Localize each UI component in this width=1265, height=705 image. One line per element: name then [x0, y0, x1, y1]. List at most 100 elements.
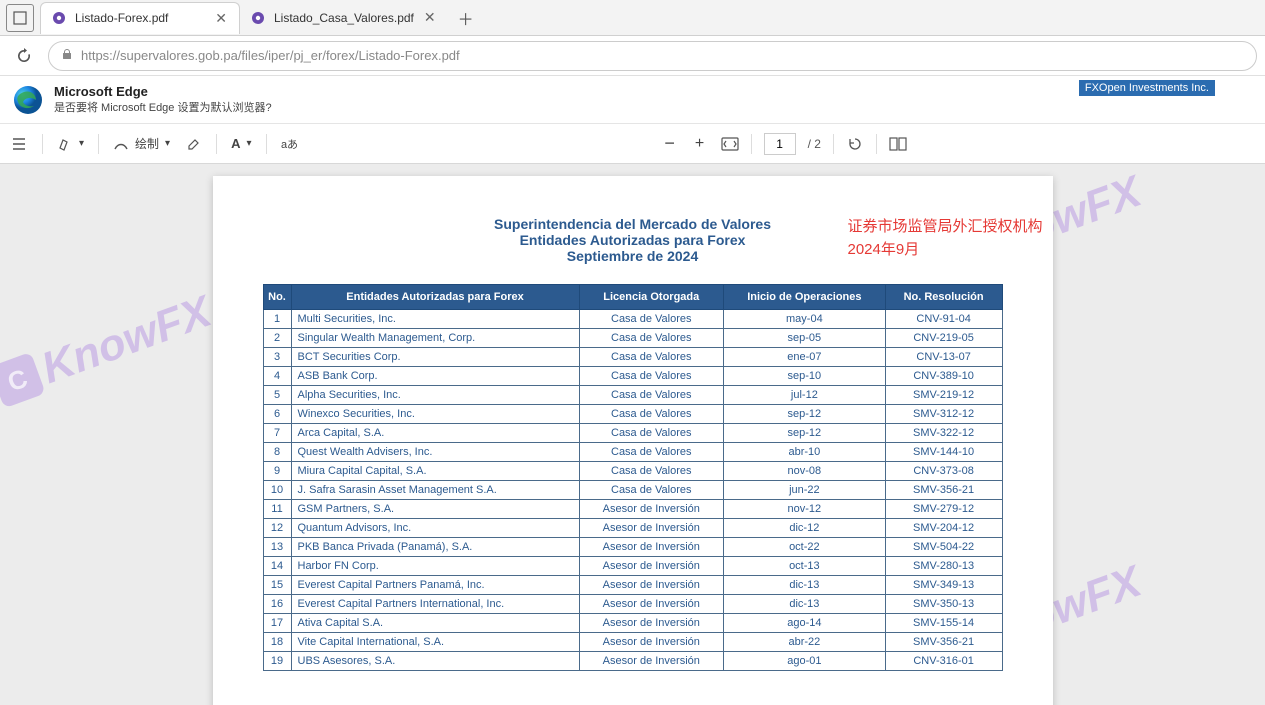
- table-row: 8Quest Wealth Advisers, Inc.Casa de Valo…: [263, 443, 1002, 462]
- tab-active[interactable]: Listado-Forex.pdf ✕: [40, 2, 240, 34]
- erase-tool[interactable]: [184, 135, 202, 153]
- cell-resolution: SMV-312-12: [885, 405, 1002, 424]
- table-row: 15Everest Capital Partners Panamá, Inc.A…: [263, 576, 1002, 595]
- cell-entity: Singular Wealth Management, Corp.: [291, 329, 579, 348]
- table-row: 4ASB Bank Corp.Casa de Valoressep-10CNV-…: [263, 367, 1002, 386]
- cell-license: Asesor de Inversión: [579, 576, 724, 595]
- tab-actions-button[interactable]: [6, 4, 34, 32]
- address-bar-row: [0, 36, 1265, 76]
- table-row: 16Everest Capital Partners International…: [263, 595, 1002, 614]
- cell-start: nov-08: [724, 462, 886, 481]
- cell-license: Asesor de Inversión: [579, 633, 724, 652]
- pdf-page: Superintendencia del Mercado de Valores …: [213, 176, 1053, 705]
- lock-icon: [61, 48, 73, 63]
- highlight-tool[interactable]: ▾: [57, 136, 84, 152]
- col-header-license: Licencia Otorgada: [579, 285, 724, 310]
- table-row: 9Miura Capital Capital, S.A.Casa de Valo…: [263, 462, 1002, 481]
- page-total-label: / 2: [808, 137, 821, 151]
- table-row: 2Singular Wealth Management, Corp.Casa d…: [263, 329, 1002, 348]
- text-tool[interactable]: A ▾: [231, 136, 251, 151]
- cell-no: 10: [263, 481, 291, 500]
- cell-resolution: CNV-389-10: [885, 367, 1002, 386]
- cell-resolution: SMV-204-12: [885, 519, 1002, 538]
- cell-entity: PKB Banca Privada (Panamá), S.A.: [291, 538, 579, 557]
- pdf-favicon-icon: [250, 10, 266, 26]
- cell-resolution: CNV-373-08: [885, 462, 1002, 481]
- cell-no: 17: [263, 614, 291, 633]
- toc-icon[interactable]: [10, 135, 28, 153]
- tab-close-button[interactable]: ✕: [213, 10, 229, 27]
- cell-start: sep-10: [724, 367, 886, 386]
- table-row: 13PKB Banca Privada (Panamá), S.A.Asesor…: [263, 538, 1002, 557]
- cell-entity: BCT Securities Corp.: [291, 348, 579, 367]
- cell-resolution: SMV-155-14: [885, 614, 1002, 633]
- cell-entity: GSM Partners, S.A.: [291, 500, 579, 519]
- fit-page-button[interactable]: [721, 135, 739, 153]
- cell-entity: Arca Capital, S.A.: [291, 424, 579, 443]
- cell-license: Casa de Valores: [579, 310, 724, 329]
- address-field[interactable]: [48, 41, 1257, 71]
- zoom-in-button[interactable]: +: [691, 135, 709, 153]
- cell-license: Casa de Valores: [579, 481, 724, 500]
- pdf-viewport[interactable]: CKnowFX CKnowFX CKnowFX CKnowFX Superint…: [0, 164, 1265, 705]
- page-view-button[interactable]: [889, 135, 907, 153]
- tab-title: Listado-Forex.pdf: [75, 11, 205, 25]
- zoom-out-button[interactable]: −: [661, 135, 679, 153]
- cell-start: oct-13: [724, 557, 886, 576]
- cell-start: sep-12: [724, 405, 886, 424]
- cell-license: Casa de Valores: [579, 462, 724, 481]
- cell-resolution: CNV-91-04: [885, 310, 1002, 329]
- rotate-button[interactable]: [846, 135, 864, 153]
- cell-entity: J. Safra Sarasin Asset Management S.A.: [291, 481, 579, 500]
- cell-resolution: CNV-316-01: [885, 652, 1002, 671]
- cell-start: nov-12: [724, 500, 886, 519]
- tab-strip: Listado-Forex.pdf ✕ Listado_Casa_Valores…: [0, 0, 1265, 36]
- col-header-resolution: No. Resolución: [885, 285, 1002, 310]
- tab-inactive[interactable]: Listado_Casa_Valores.pdf ✕: [240, 2, 448, 34]
- cell-no: 11: [263, 500, 291, 519]
- edge-logo-icon: [12, 84, 44, 116]
- table-row: 18Vite Capital International, S.A.Asesor…: [263, 633, 1002, 652]
- page-number-input[interactable]: [764, 133, 796, 155]
- cell-start: jul-12: [724, 386, 886, 405]
- cell-no: 15: [263, 576, 291, 595]
- cell-entity: Miura Capital Capital, S.A.: [291, 462, 579, 481]
- cell-start: dic-13: [724, 595, 886, 614]
- cell-resolution: SMV-356-21: [885, 481, 1002, 500]
- cell-no: 8: [263, 443, 291, 462]
- cell-resolution: SMV-219-12: [885, 386, 1002, 405]
- url-input[interactable]: [81, 48, 1244, 63]
- draw-tool[interactable]: 绘制 ▾: [113, 135, 170, 152]
- cell-no: 3: [263, 348, 291, 367]
- reload-button[interactable]: [8, 40, 40, 72]
- cell-resolution: SMV-280-13: [885, 557, 1002, 576]
- cell-no: 7: [263, 424, 291, 443]
- table-row: 11GSM Partners, S.A.Asesor de Inversiónn…: [263, 500, 1002, 519]
- cell-license: Casa de Valores: [579, 367, 724, 386]
- new-tab-button[interactable]: ＋: [452, 4, 480, 32]
- cell-no: 6: [263, 405, 291, 424]
- cell-start: ago-01: [724, 652, 886, 671]
- cell-entity: Quest Wealth Advisers, Inc.: [291, 443, 579, 462]
- cell-license: Casa de Valores: [579, 405, 724, 424]
- col-header-start: Inicio de Operaciones: [724, 285, 886, 310]
- cell-no: 5: [263, 386, 291, 405]
- translate-tool[interactable]: aあ: [281, 135, 299, 153]
- cell-resolution: SMV-322-12: [885, 424, 1002, 443]
- table-row: 5Alpha Securities, Inc.Casa de Valoresju…: [263, 386, 1002, 405]
- chevron-down-icon: ▾: [79, 138, 84, 149]
- chevron-down-icon: ▾: [165, 138, 170, 149]
- tab-close-button[interactable]: ✕: [422, 9, 438, 26]
- cell-no: 13: [263, 538, 291, 557]
- cell-start: may-04: [724, 310, 886, 329]
- cell-license: Asesor de Inversión: [579, 652, 724, 671]
- cell-entity: Everest Capital Partners International, …: [291, 595, 579, 614]
- cell-license: Asesor de Inversión: [579, 500, 724, 519]
- table-row: 17Ativa Capital S.A.Asesor de Inversióna…: [263, 614, 1002, 633]
- banner-title: Microsoft Edge: [54, 84, 272, 99]
- cell-license: Asesor de Inversión: [579, 538, 724, 557]
- cell-resolution: SMV-144-10: [885, 443, 1002, 462]
- draw-label: 绘制: [135, 135, 159, 152]
- cell-resolution: SMV-279-12: [885, 500, 1002, 519]
- cell-entity: Everest Capital Partners Panamá, Inc.: [291, 576, 579, 595]
